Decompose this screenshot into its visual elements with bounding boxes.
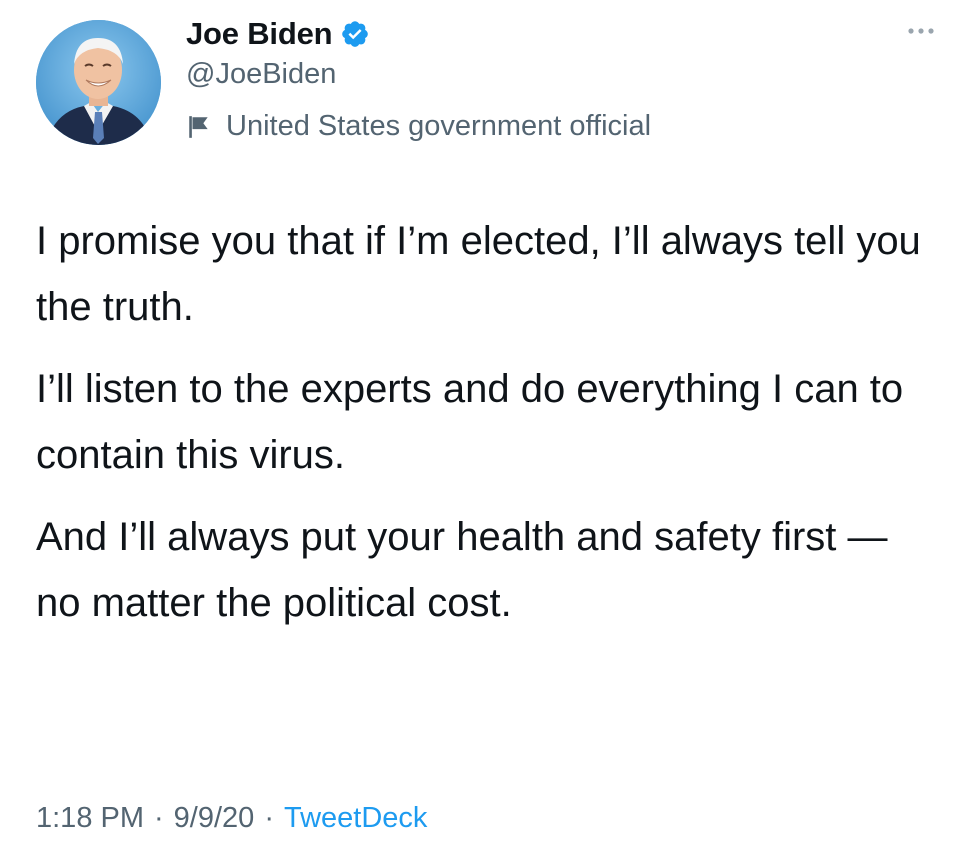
- tweet-time[interactable]: 1:18 PM: [36, 802, 144, 835]
- government-flag-icon: [186, 114, 212, 140]
- avatar[interactable]: [36, 20, 161, 145]
- separator-dot: ·: [154, 802, 164, 834]
- tweet-paragraph: I’ll listen to the experts and do everyt…: [36, 367, 904, 477]
- separator-dot: ·: [264, 802, 274, 834]
- tweet-source-link[interactable]: TweetDeck: [284, 802, 427, 835]
- author-handle[interactable]: @JoeBiden: [186, 58, 336, 91]
- more-dots-icon[interactable]: [906, 24, 936, 38]
- author-name-row: Joe Biden: [186, 12, 370, 56]
- tweet-metadata: 1:18 PM · 9/9/20 · TweetDeck: [36, 802, 427, 835]
- tweet-card: Joe Biden @JoeBiden United States govern…: [0, 0, 958, 859]
- tweet-date[interactable]: 9/9/20: [174, 802, 255, 835]
- tweet-paragraph: And I’ll always put your health and safe…: [36, 515, 888, 625]
- account-label: United States government official: [186, 110, 651, 143]
- tweet-text: I promise you that if I’m elected, I’ll …: [36, 208, 926, 652]
- account-label-text: United States government official: [226, 110, 652, 142]
- tweet-paragraph: I promise you that if I’m elected, I’ll …: [36, 219, 921, 329]
- author-display-name[interactable]: Joe Biden: [186, 16, 333, 52]
- verified-badge-icon: [340, 19, 370, 49]
